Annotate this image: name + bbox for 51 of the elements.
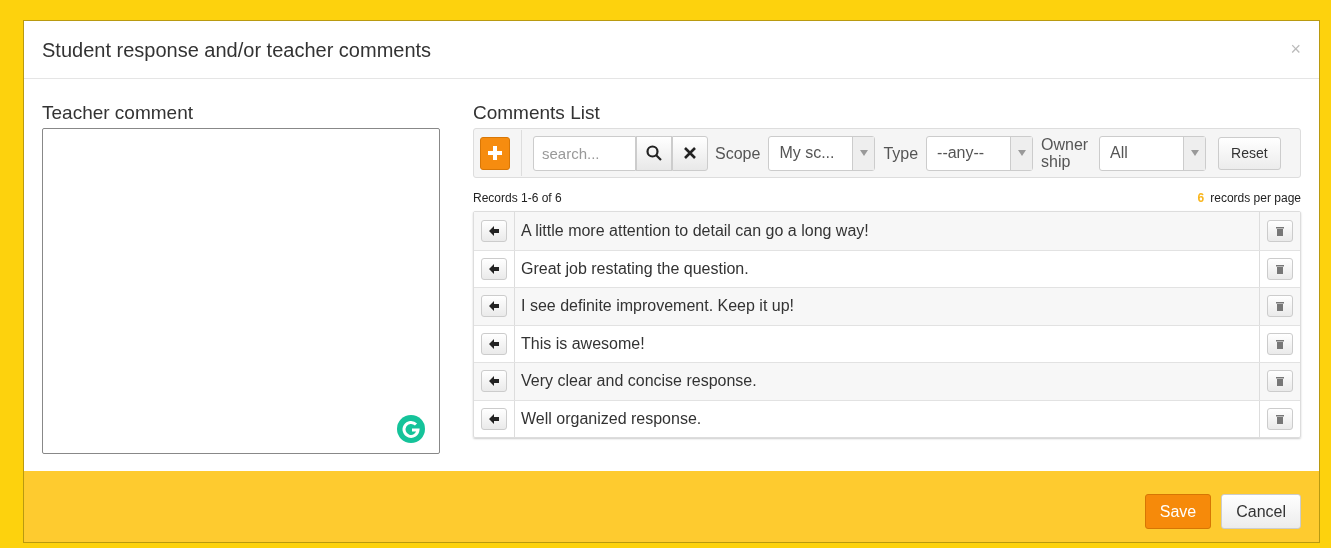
trash-icon xyxy=(1276,338,1284,349)
add-button[interactable] xyxy=(480,136,510,170)
insert-button[interactable] xyxy=(481,370,507,393)
field-label: Teacher comment xyxy=(42,101,194,125)
insert-button[interactable] xyxy=(481,407,507,430)
plus-icon xyxy=(488,146,502,160)
grammarly-icon[interactable] xyxy=(397,415,425,443)
left-arrow-icon xyxy=(489,263,499,274)
trash-icon xyxy=(1276,413,1284,424)
section-title: Comments List xyxy=(473,101,601,125)
filter-label: Owner ship xyxy=(1041,136,1090,170)
left-arrow-icon xyxy=(489,338,499,349)
left-arrow-icon xyxy=(489,376,499,387)
search-button[interactable] xyxy=(636,135,672,171)
left-arrow-icon xyxy=(489,413,499,424)
filter-select[interactable]: My sc... xyxy=(768,135,876,171)
left-arrow-icon xyxy=(489,225,499,236)
filter-select[interactable]: All xyxy=(1099,135,1207,171)
caret-icon xyxy=(1017,150,1026,156)
clear-button[interactable] xyxy=(672,135,708,171)
trash-icon xyxy=(1276,225,1284,236)
left-arrow-icon xyxy=(489,301,499,312)
close-icon xyxy=(684,147,696,159)
insert-button[interactable] xyxy=(481,295,507,318)
filter-label: Scope xyxy=(715,144,761,162)
trash-icon xyxy=(1276,263,1284,274)
records-count: Records 1-6 of 6 xyxy=(473,190,562,207)
insert-button[interactable] xyxy=(481,332,507,355)
delete-button[interactable] xyxy=(1267,407,1293,430)
delete-button[interactable] xyxy=(1267,257,1293,280)
delete-button[interactable] xyxy=(1267,332,1293,355)
insert-button[interactable] xyxy=(481,257,507,280)
reset-button[interactable]: Reset xyxy=(1218,136,1281,170)
filter-select[interactable]: --any-- xyxy=(926,135,1034,171)
comment-text[interactable]: This is awesome! xyxy=(515,325,1259,362)
trash-icon xyxy=(1276,301,1284,312)
delete-button[interactable] xyxy=(1267,295,1293,318)
cancel-button[interactable]: Cancel xyxy=(1221,494,1301,529)
search-field[interactable]: search... xyxy=(533,135,636,171)
comment-text[interactable]: Well organized response. xyxy=(515,400,1259,437)
insert-button[interactable] xyxy=(481,219,507,242)
delete-button[interactable] xyxy=(1267,370,1293,393)
delete-button[interactable] xyxy=(1267,219,1293,242)
search-icon xyxy=(646,145,662,161)
dialog-title: Student response and/or teacher comments xyxy=(42,37,432,63)
caret-icon xyxy=(1190,150,1199,156)
per-page-label: records per page xyxy=(1210,191,1301,205)
trash-icon xyxy=(1276,376,1284,387)
comment-text[interactable]: Great job restating the question. xyxy=(515,250,1259,287)
caret-icon xyxy=(859,150,868,156)
filter-label: Type xyxy=(883,144,919,162)
